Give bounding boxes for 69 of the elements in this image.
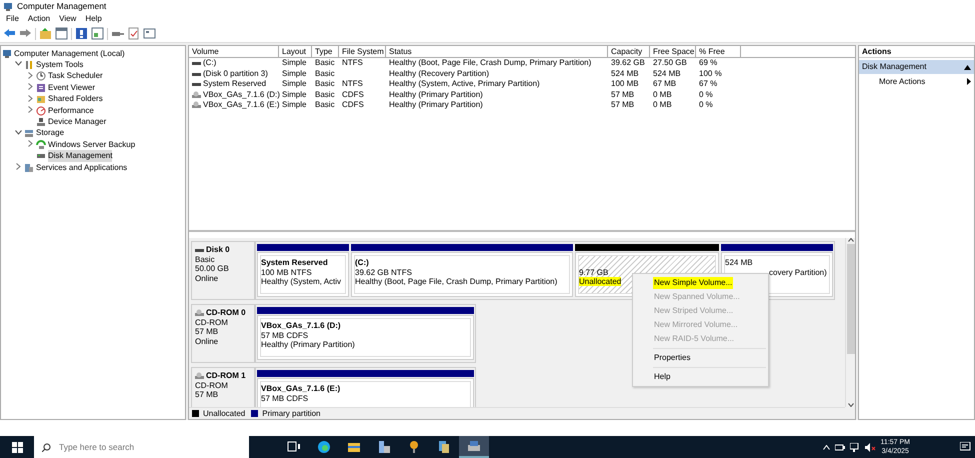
table-cell: 100 MB <box>611 78 639 90</box>
table-cell: 0 % <box>699 88 713 101</box>
table-cell: VBox_GAs_7.1.6 (E:) <box>203 99 280 112</box>
table-cell: CDFS <box>342 88 364 101</box>
partition-detail: 39.62 GB NTFS <box>355 268 413 277</box>
disk-detail: 57 MB <box>195 390 220 400</box>
disk-name: CD-ROM 1 <box>206 371 246 380</box>
disk-detail: CD-ROM <box>195 380 229 390</box>
partition-title: System Reserved <box>261 258 329 268</box>
table-cell: NTFS <box>342 57 363 70</box>
table-cell: Simple <box>282 68 306 80</box>
partition-detail: 524 MB <box>725 258 754 268</box>
partition-detail: Healthy (Boot, Page File, Crash Dump, Primary Partition) <box>355 277 558 286</box>
table-cell: NTFS <box>342 78 363 90</box>
disk-detail: CD-ROM <box>195 318 229 327</box>
table-cell: Healthy (Primary Partition) <box>389 99 483 112</box>
partition-detail: 57 MB CDFS <box>261 330 310 340</box>
disk-name: CD-ROM 0 <box>206 308 246 318</box>
partition-title: (C:) <box>355 258 370 268</box>
table-cell: Basic <box>315 88 335 101</box>
partition-title: VBox_GAs_7.1.6 (D:) <box>261 321 342 330</box>
disk-detail: 57 MB <box>195 327 220 336</box>
disk-detail: Online <box>195 336 220 346</box>
partition-detail: 57 MB CDFS <box>261 394 310 403</box>
table-cell: 69 % <box>699 57 718 70</box>
disk-detail: Basic <box>195 254 216 264</box>
legend-label: Unallocated <box>203 408 246 420</box>
table-cell: 100 % <box>699 68 722 80</box>
table-cell: 524 MB <box>611 68 639 80</box>
table-cell: Healthy (Primary Partition) <box>389 88 483 101</box>
table-cell: 57 MB <box>611 99 634 112</box>
partition-detail: 100 MB NTFS <box>261 268 313 277</box>
table-cell: Healthy (Boot, Page File, Crash Dump, Primary Partition) <box>389 57 592 70</box>
partition-status: Unallocated <box>579 277 622 286</box>
table-cell: Healthy (System, Active, Primary Partition) <box>389 78 540 90</box>
table-cell: Basic <box>315 57 335 70</box>
partition-title: VBox_GAs_7.1.6 (E:) <box>261 384 342 394</box>
table-cell: VBox_GAs_7.1.6 (D:) <box>203 88 280 101</box>
table-cell: Simple <box>282 78 306 90</box>
partition-detail: Healthy (Primary Partition) <box>261 340 356 350</box>
table-cell: 0 % <box>699 99 713 112</box>
disk-detail: Online <box>195 274 220 283</box>
window-title: Computer Management <box>17 0 106 13</box>
disk-name: Disk 0 <box>206 245 230 254</box>
table-cell: Basic <box>315 99 335 112</box>
table-cell: (C:) <box>203 57 216 70</box>
table-cell: 27.50 GB <box>653 57 687 70</box>
table-cell: 57 MB <box>611 88 634 101</box>
table-cell: Basic <box>315 68 335 80</box>
actions-header: Actions <box>859 46 974 58</box>
legend-label: Primary partition <box>262 408 320 420</box>
table-cell: Healthy (Recovery Partition) <box>389 68 490 80</box>
disk-detail: 50.00 GB <box>195 264 230 274</box>
table-cell: 39.62 GB <box>611 57 645 70</box>
table-cell: Simple <box>282 99 306 112</box>
table-cell: 0 MB <box>653 88 672 101</box>
partition-detail: covery Partition) <box>769 268 828 277</box>
table-cell: System Reserved <box>203 78 266 90</box>
partition-detail: Healthy (System, Activ <box>261 277 342 286</box>
table-cell: Basic <box>315 78 335 90</box>
table-cell: Simple <box>282 57 306 70</box>
table-cell: 524 MB <box>653 68 681 80</box>
table-cell: 67 % <box>699 78 718 90</box>
table-cell: (Disk 0 partition 3) <box>203 68 268 80</box>
table-cell: CDFS <box>342 99 364 112</box>
table-cell: Simple <box>282 88 306 101</box>
partition-detail: 9.77 GB <box>579 268 610 277</box>
table-cell: 0 MB <box>653 99 672 112</box>
table-cell: 67 MB <box>653 78 676 90</box>
